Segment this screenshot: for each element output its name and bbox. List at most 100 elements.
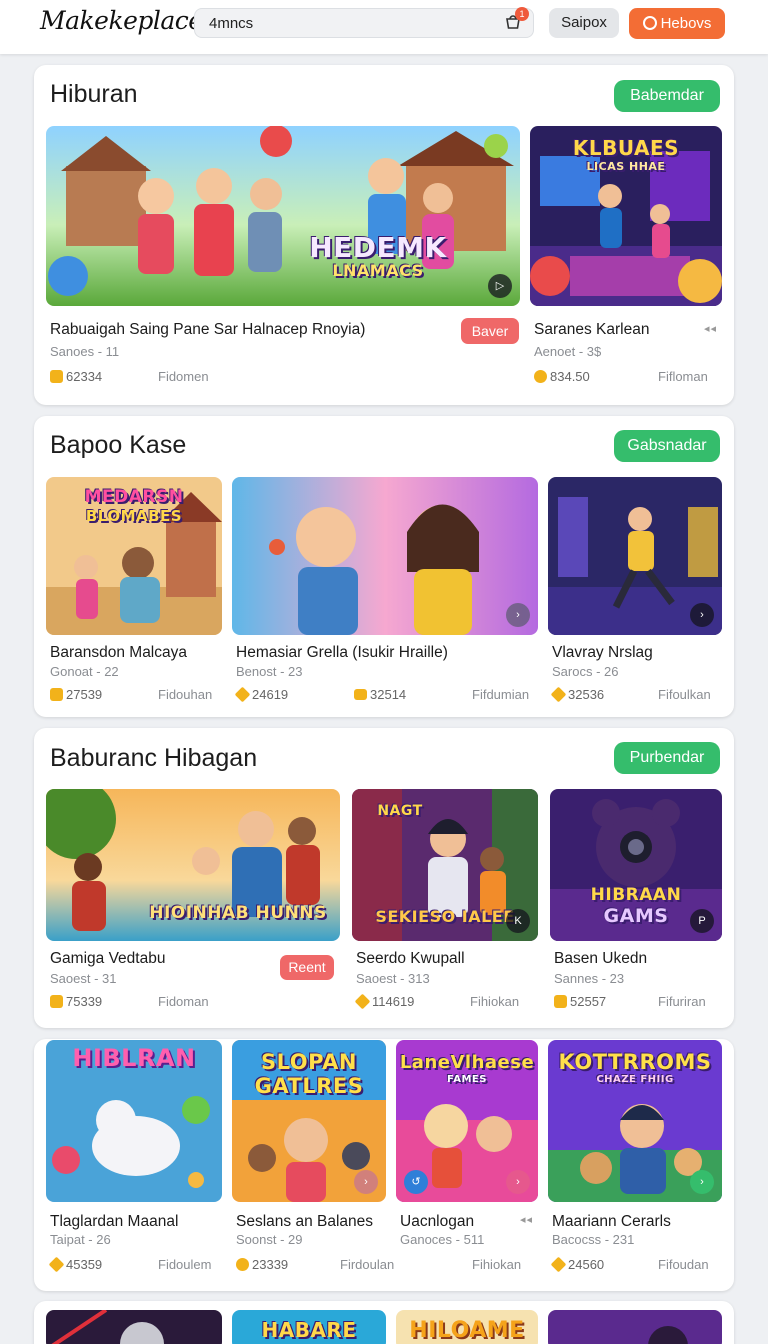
game-card[interactable]: SLOPAN GATLRES › Seslans an Balanes Soon… [232,1040,394,1280]
game-card[interactable]: LaneVlhaese FAMES ↺ › Uacnlogan ◂◂ Ganoc… [396,1040,538,1280]
game-card[interactable]: HIBRAAN GAMS P Basen Ukedn Sannes - 23 5… [550,789,722,1019]
game-card[interactable]: HILOAME [396,1310,538,1344]
site-logo[interactable]: Makekeplace [40,6,203,35]
thumbnail-title-art: SLOPAN [261,1050,357,1074]
game-card[interactable]: HIBLRAN Tlaglardan Maanal Taipat - 26 45… [46,1040,222,1280]
thumbnail-title-art: HILOAME [409,1318,525,1343]
badge-tag[interactable]: Reent [280,955,334,980]
thumbnail-title-art: HABARE [261,1318,357,1342]
game-category: Fidomen [158,369,209,384]
game-price: 24619 [234,686,288,703]
game-card[interactable]: KLBUAES LICAS HHAE Saranes Karlean ◂◂ Ae… [530,126,722,396]
thumbnail-subtitle-art: CHAZE FHIIG [596,1074,674,1085]
game-title[interactable]: Gamiga Vedtabu [50,950,165,968]
coin-icon [534,370,547,383]
thumbnail-title-art: HIBLRAN [72,1044,196,1072]
game-title[interactable]: Saranes Karlean [534,321,649,339]
game-thumbnail[interactable]: NAGT SEKIESO IALEE K [352,789,538,941]
game-thumbnail[interactable]: HIOINHAB HUNNS [46,789,340,941]
cart-count-badge: 1 [515,7,529,21]
game-card[interactable]: HABARE [232,1310,386,1344]
game-title[interactable]: Seslans an Balanes [236,1213,373,1231]
game-meta: Benost - 23 [236,664,303,679]
thumbnail-title-art: HIBRAAN [590,885,682,905]
thumbnail-subtitle-art: GATLRES [254,1074,364,1098]
section-bapoo-kase: Bapoo Kase Gabsnadar MEDARSN BLOMABES Ba… [34,416,734,717]
game-thumbnail[interactable]: KOTTRROMS CHAZE FHIIG › [548,1040,722,1202]
game-price: 52557 [554,994,606,1009]
user-icon [642,16,657,30]
game-meta: Sannes - 23 [554,971,625,986]
game-card[interactable]: › Vlavray Nrslag Sarocs - 26 32536 Fifou… [548,477,722,707]
game-thumbnail[interactable]: HEDEMK LNAMACS ▷ [46,126,520,306]
next-arrow-icon[interactable]: K [506,909,530,933]
game-price: 75339 [50,994,102,1009]
coin-icon [50,995,63,1008]
search-bar[interactable]: 4mncs 1 [194,7,534,38]
more-icon[interactable]: ◂◂ [520,1213,533,1226]
game-meta: Sanoes - 11 [50,344,120,359]
game-thumbnail[interactable]: LaneVlhaese FAMES ↺ › [396,1040,538,1202]
game-thumbnail[interactable]: › [232,477,538,635]
coin-icon [554,995,567,1008]
game-card[interactable]: HIOINHAB HUNNS Gamiga Vedtabu Saoest - 3… [46,789,340,1019]
next-arrow-icon[interactable]: › [506,603,530,627]
more-icon[interactable]: ◂◂ [704,322,717,335]
game-thumbnail[interactable] [548,1310,722,1344]
game-thumbnail[interactable]: KLBUAES LICAS HHAE [530,126,722,306]
game-thumbnail[interactable]: › [548,477,722,635]
next-arrow-icon[interactable]: › [354,1170,378,1194]
next-arrow-icon[interactable]: › [506,1170,530,1194]
play-icon[interactable]: ▷ [488,274,512,298]
game-title[interactable]: Basen Ukedn [554,950,647,968]
game-card[interactable]: HEDEMK LNAMACS ▷ Rabuaigah Saing Pane Sa… [46,126,520,396]
game-category: Fidouhan [158,687,213,702]
next-arrow-icon[interactable]: › [690,603,714,627]
game-card[interactable]: KOTTRROMS CHAZE FHIIG › Maariann Cerarls… [548,1040,722,1280]
section-action-button[interactable]: Gabsnadar [614,430,720,462]
game-category: Fifloman [658,369,708,384]
primary-action-button[interactable]: Hebovs [629,8,725,39]
thumbnail-title-art: KOTTRROMS [558,1050,712,1074]
refresh-icon[interactable]: ↺ [404,1170,428,1194]
game-thumbnail[interactable]: HIBLRAN [46,1040,222,1202]
game-price: 62334 [50,369,102,384]
game-thumbnail[interactable]: HILOAME [396,1310,538,1344]
game-thumbnail[interactable]: HABARE [232,1310,386,1344]
game-thumbnail[interactable] [46,1310,222,1344]
game-thumbnail[interactable]: HIBRAAN GAMS P [550,789,722,941]
next-arrow-icon[interactable]: P [690,909,714,933]
game-thumbnail[interactable]: MEDARSN BLOMABES [46,477,222,635]
coin-icon [354,993,371,1010]
coin-icon [234,686,251,703]
section-action-button[interactable]: Purbendar [614,742,720,774]
game-title[interactable]: Seerdo Kwupall [356,950,465,968]
section-title: Baburanc Hibagan [50,744,258,772]
game-meta: Bacocss - 231 [552,1232,635,1247]
game-card[interactable]: MEDARSN BLOMABES Baransdon Malcaya Gonoa… [46,477,222,707]
badge-tag[interactable]: Baver [461,318,519,344]
game-price: 45359 [48,1256,102,1273]
game-card[interactable]: › Hemasiar Grella (Isukir Hraille) Benos… [232,477,538,707]
game-card[interactable]: NAGT SEKIESO IALEE K Seerdo Kwupall Saoe… [352,789,538,1019]
section-hiburan: Hiburan Babemdar HEDEMK LNAMACS ▷ Rabuai… [34,65,734,405]
next-arrow-icon[interactable]: › [690,1170,714,1194]
signin-button[interactable]: Saipox [549,8,619,38]
game-title[interactable]: Baransdon Malcaya [50,644,187,662]
game-title[interactable]: Tlaglardan Maanal [50,1213,178,1231]
section-action-button[interactable]: Babemdar [614,80,720,112]
game-title[interactable]: Hemasiar Grella (Isukir Hraille) [236,644,448,662]
game-title[interactable]: Uacnlogan [400,1213,474,1231]
game-category: Fifuriran [658,994,706,1009]
game-card[interactable] [548,1310,722,1344]
cart-icon[interactable]: 1 [503,7,529,33]
game-meta: Soonst - 29 [236,1232,303,1247]
game-title[interactable]: Vlavray Nrslag [552,644,653,662]
game-title[interactable]: Rabuaigah Saing Pane Sar Halnacep Rnoyia… [50,321,365,339]
game-title[interactable]: Maariann Cerarls [552,1213,671,1231]
search-input[interactable]: 4mncs [209,15,253,32]
thumbnail-subtitle-art: LICAS HHAE [586,160,666,173]
game-thumbnail[interactable]: SLOPAN GATLRES › [232,1040,386,1202]
game-card[interactable] [46,1310,222,1344]
game-meta: Taipat - 26 [50,1232,111,1247]
